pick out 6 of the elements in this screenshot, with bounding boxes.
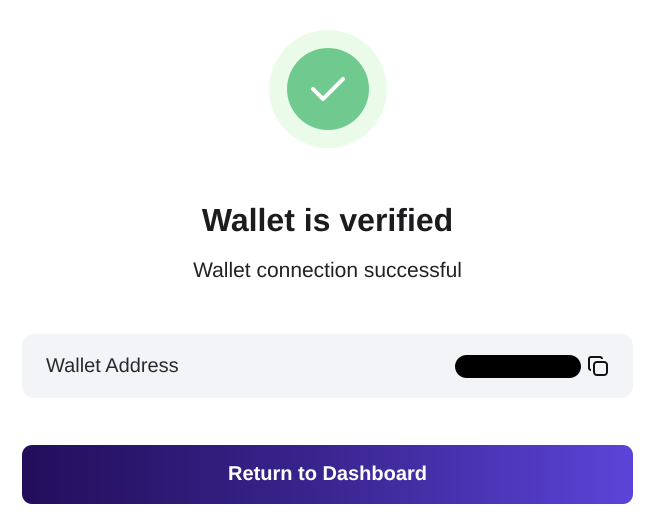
status-message: Wallet connection successful bbox=[193, 258, 462, 284]
copy-icon[interactable] bbox=[587, 355, 609, 377]
check-icon bbox=[310, 75, 346, 103]
wallet-address-label: Wallet Address bbox=[46, 354, 180, 378]
page-title: Wallet is verified bbox=[202, 201, 454, 240]
return-to-dashboard-button[interactable]: Return to Dashboard bbox=[22, 445, 633, 504]
